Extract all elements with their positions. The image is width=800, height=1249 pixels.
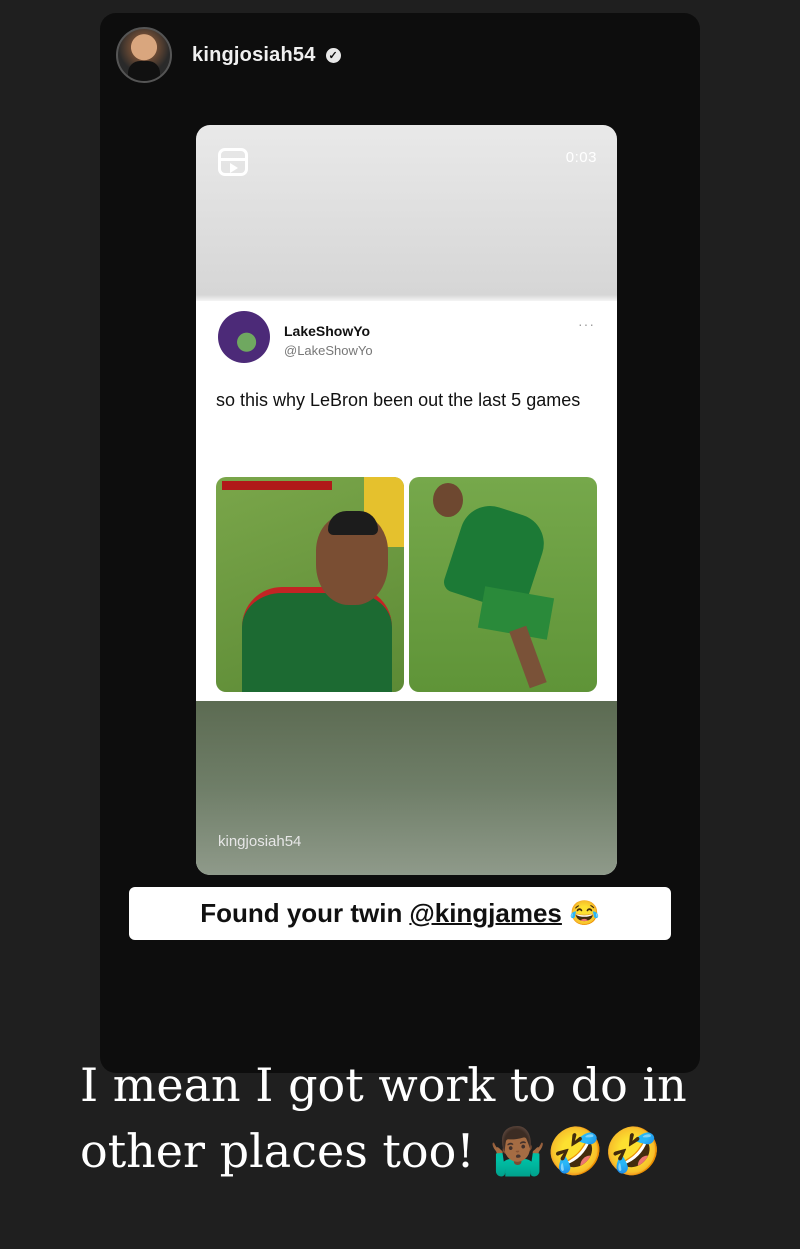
more-icon: ···	[578, 316, 595, 332]
laughing-emoji: 😂	[569, 900, 600, 927]
reel-owner-username: kingjosiah54	[218, 833, 302, 850]
reel-duration: 0:03	[565, 149, 597, 166]
tweet-avatar	[218, 311, 270, 363]
tweet-display-name: LakeShowYo	[284, 323, 371, 339]
reel-bottom-area: kingjosiah54	[196, 701, 617, 875]
tweet-image-left	[216, 477, 404, 692]
avatar[interactable]	[116, 27, 172, 83]
tweet-handle: @LakeShowYo	[284, 343, 373, 358]
caption-text: Found your twin	[200, 898, 403, 928]
tweet-card: LakeShowYo @LakeShowYo ··· so this why L…	[196, 301, 617, 701]
shared-reel[interactable]: 0:03 LakeShowYo @LakeShowYo ··· so this …	[196, 125, 617, 875]
caption-sticker: Found your twin @kingjames 😂	[129, 887, 671, 940]
reels-icon	[218, 148, 248, 176]
tweet-image-right	[409, 477, 597, 692]
story-username[interactable]: kingjosiah54	[192, 44, 316, 67]
verified-badge-icon: ✓	[325, 47, 341, 63]
mention-link[interactable]: @kingjames	[409, 898, 562, 929]
tweet-media	[216, 477, 597, 692]
story-overlay-text: I mean I got work to do in other places …	[80, 1058, 687, 1178]
story-header: kingjosiah54 ✓	[116, 27, 341, 83]
tweet-text: so this why LeBron been out the last 5 g…	[216, 390, 581, 410]
